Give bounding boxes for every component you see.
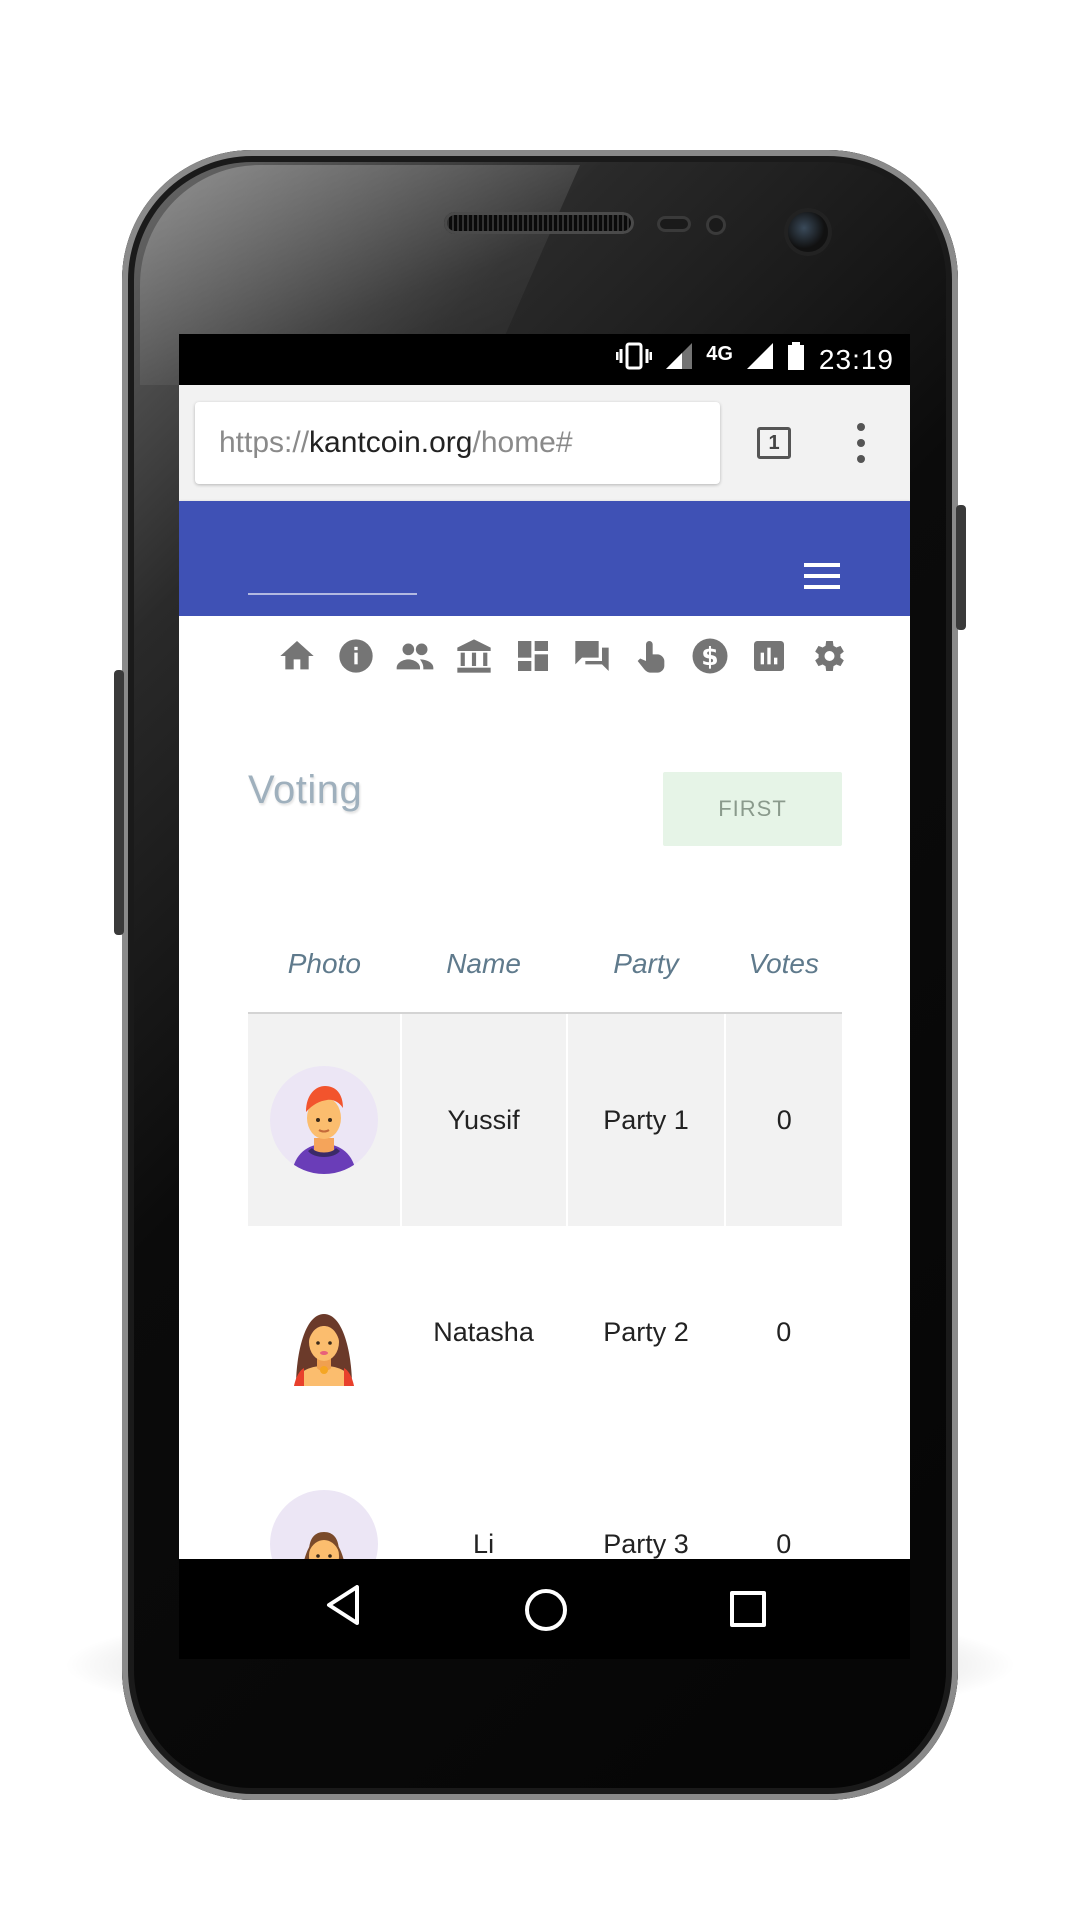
proximity-sensor xyxy=(657,216,691,232)
url-host: kantcoin.org xyxy=(309,426,473,459)
home-icon[interactable] xyxy=(277,636,317,676)
header-name: Name xyxy=(400,916,567,1014)
light-sensor xyxy=(706,215,726,235)
phone-screen: 4G 23:19 https://kantcoin.org/home# 1 $ … xyxy=(179,334,910,1659)
forum-icon[interactable] xyxy=(572,636,612,676)
photo-cell xyxy=(248,1226,401,1438)
back-icon[interactable] xyxy=(325,1585,361,1630)
earpiece-speaker xyxy=(444,212,634,234)
first-button[interactable]: FIRST xyxy=(663,772,842,846)
signal-icon xyxy=(666,343,693,376)
url-path: /home# xyxy=(472,426,573,459)
signal-icon-2 xyxy=(746,343,773,376)
header-party: Party xyxy=(566,916,726,1014)
avatar xyxy=(269,1066,378,1174)
dollar-icon[interactable]: $ xyxy=(690,636,730,676)
name-cell: Yussif xyxy=(400,1013,568,1226)
search-underline[interactable] xyxy=(248,593,417,595)
people-icon[interactable] xyxy=(395,636,435,676)
votes-cell: 0 xyxy=(725,1013,842,1226)
overflow-menu-icon[interactable] xyxy=(857,423,865,463)
chart-icon[interactable] xyxy=(749,636,789,676)
info-icon[interactable] xyxy=(336,636,376,676)
touch-icon[interactable] xyxy=(631,636,671,676)
recents-icon[interactable] xyxy=(730,1591,766,1627)
url-field[interactable]: https://kantcoin.org/home# xyxy=(195,402,720,484)
home-nav-icon[interactable] xyxy=(525,1589,567,1631)
app-bar xyxy=(179,501,910,616)
browser-toolbar: https://kantcoin.org/home# 1 xyxy=(179,385,910,501)
hamburger-menu-icon[interactable] xyxy=(804,563,840,589)
page-title: Voting xyxy=(248,768,363,812)
party-cell: Party 2 xyxy=(603,1316,689,1347)
photo-cell xyxy=(248,1438,401,1559)
avatar xyxy=(270,1490,379,1559)
name-cell: Li xyxy=(473,1528,495,1559)
battery-icon xyxy=(787,342,805,377)
power-button xyxy=(956,505,966,630)
nav-icon-row: $ xyxy=(277,636,848,682)
photo-cell xyxy=(248,1013,402,1226)
name-cell: Natasha xyxy=(433,1316,534,1347)
system-nav-bar xyxy=(179,1559,910,1659)
volume-button xyxy=(114,670,124,935)
vibrate-icon xyxy=(615,341,653,378)
table-row[interactable]: Natasha Party 2 0 xyxy=(248,1226,842,1438)
page-content: $ Voting FIRST Photo Name Party Votes Yu… xyxy=(179,616,910,1559)
bank-icon[interactable] xyxy=(454,636,494,676)
network-type-label: 4G xyxy=(706,343,733,365)
candidates-table: Photo Name Party Votes Yussif Party 1 0 … xyxy=(248,916,842,1559)
table-row[interactable]: Li Party 3 0 xyxy=(248,1438,842,1559)
votes-cell: 0 xyxy=(776,1316,792,1347)
party-cell: Party 3 xyxy=(603,1528,689,1559)
dashboard-icon[interactable] xyxy=(513,636,553,676)
party-cell: Party 1 xyxy=(566,1013,727,1226)
clock-time: 23:19 xyxy=(818,343,894,375)
votes-cell: 0 xyxy=(776,1528,792,1559)
svg-text:$: $ xyxy=(701,642,718,671)
front-camera xyxy=(788,212,828,252)
avatar xyxy=(270,1278,378,1386)
table-header-row: Photo Name Party Votes xyxy=(248,916,842,1014)
status-bar: 4G 23:19 xyxy=(179,334,910,385)
url-scheme: https:// xyxy=(219,426,310,459)
tab-switcher-button[interactable]: 1 xyxy=(757,427,791,459)
header-votes: Votes xyxy=(725,916,842,1014)
gear-icon[interactable] xyxy=(808,636,848,676)
header-photo: Photo xyxy=(248,916,401,1014)
table-row[interactable]: Yussif Party 1 0 xyxy=(248,1013,842,1226)
